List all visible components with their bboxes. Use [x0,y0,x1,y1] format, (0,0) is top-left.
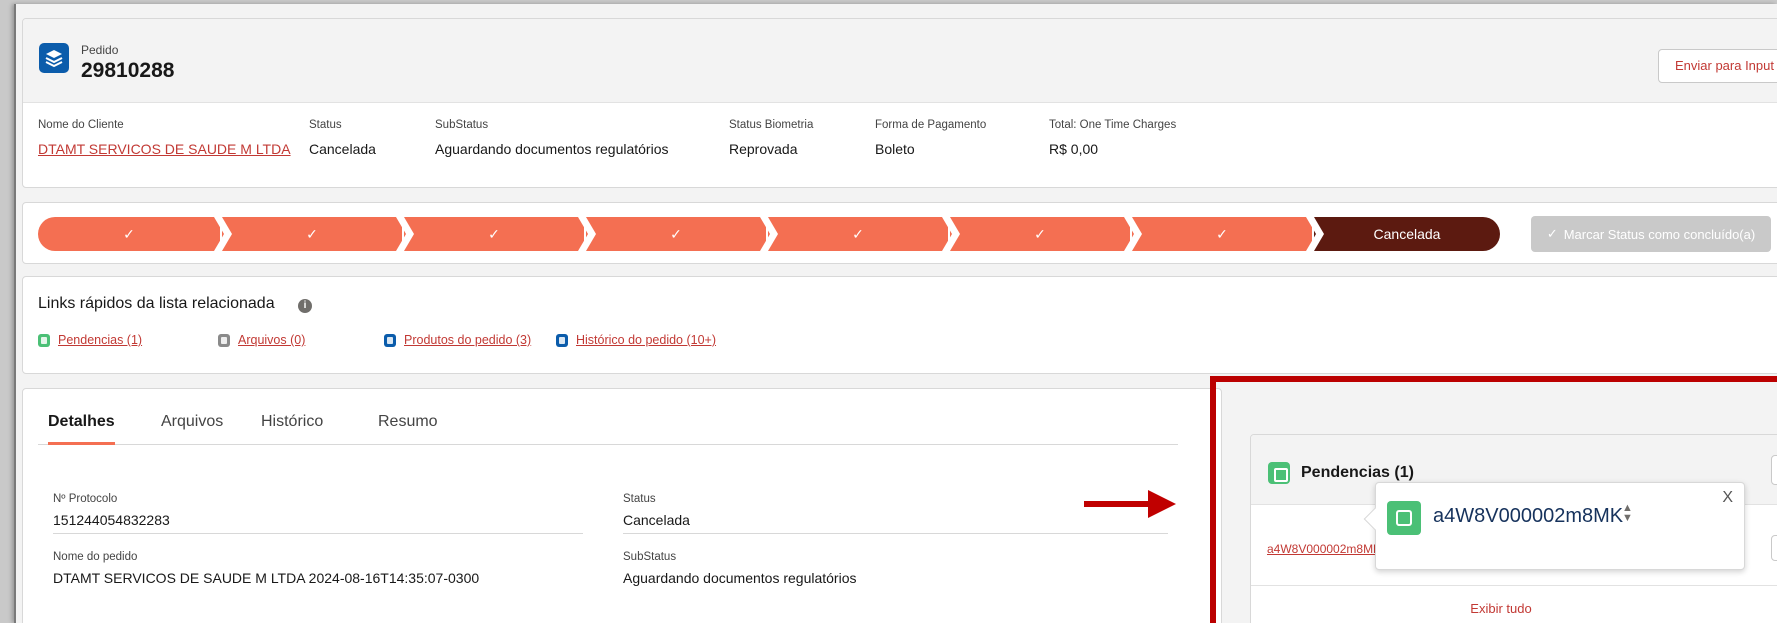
pendencias-icon [38,333,50,347]
path-separator [396,217,414,251]
products-icon [384,333,396,347]
path-step-3[interactable]: ✓ [404,217,584,251]
field-label: Status [309,119,342,131]
field-value: DTAMT SERVICOS DE SAUDE M LTDA 2024-08-1… [53,570,480,586]
field-status: Status Cancelada [309,119,376,157]
field-label: SubStatus [435,119,489,131]
check-icon: ✓ [306,225,318,242]
field-biometria: Status Biometria Reprovada [729,119,813,157]
path-separator [942,217,960,251]
send-to-input-button[interactable]: Enviar para Input [1657,49,1777,83]
quick-link-label: Arquivos (0) [238,333,306,347]
annotation-arrow-icon [1084,490,1176,518]
object-type-label: Pedido [81,43,119,57]
field-value: Aguardando documentos regulatórios [623,570,857,586]
path-separator [214,217,232,251]
mark-status-complete-button[interactable]: ✓ Marcar Status como concluído(a) [1531,216,1771,252]
pendencias-icon [1387,501,1421,535]
field-client-name: Nome do Cliente DTAMT SERVICOS DE SAUDE … [38,119,291,157]
quick-link-label: Pendencias (1) [58,333,143,347]
check-icon: ✓ [123,225,135,242]
check-icon: ✓ [488,225,500,242]
order-icon [39,43,69,73]
quick-link-historico[interactable]: Histórico do pedido (10+) [556,333,716,347]
path-separator [578,217,596,251]
field-total: Total: One Time Charges R$ 0,00 [1049,119,1176,157]
check-icon: ✓ [1216,225,1228,242]
field-value: R$ 0,00 [1049,141,1099,157]
quick-link-produtos[interactable]: Produtos do pedido (3) [384,333,531,347]
check-icon: ✓ [670,225,682,242]
field-label: Nº Protocolo [53,493,118,505]
path-step-4[interactable]: ✓ [586,217,766,251]
record-header: Pedido 29810288 Enviar para Input Nome d… [22,18,1777,188]
sort-icon: ▲ ▼ [1622,502,1633,524]
path-step-1[interactable]: ✓ [38,217,220,251]
related-quick-links: Links rápidos da lista relacionada i Pen… [22,276,1777,374]
path-step-current[interactable]: Cancelada [1314,217,1500,251]
details-tabs: Detalhes Arquivos Histórico Resumo [38,413,1178,445]
status-path: ✓ ✓ ✓ ✓ ✓ ✓ ✓ Cancelada ✓ Marcar Status … [22,202,1777,264]
field-label: Status Biometria [729,119,814,131]
path-separator [760,217,778,251]
path-steps: ✓ ✓ ✓ ✓ ✓ ✓ ✓ Cancelada [38,217,1500,251]
field-value: Aguardando documentos regulatórios [435,141,669,157]
highlight-fields: Nome do Cliente DTAMT SERVICOS DE SAUDE … [23,103,1777,187]
tab-detalhes[interactable]: Detalhes [48,413,115,445]
client-name-link[interactable]: DTAMT SERVICOS DE SAUDE M LTDA [38,141,291,157]
tab-historico[interactable]: Histórico [261,413,323,445]
field-value: Reprovada [729,141,798,157]
check-icon: ✓ [852,225,864,242]
quick-link-arquivos[interactable]: Arquivos (0) [218,333,305,347]
path-step-5[interactable]: ✓ [768,217,948,251]
file-icon [218,333,230,347]
field-substatus: SubStatus Aguardando documentos regulató… [435,119,669,157]
field-substatus-detail: SubStatus Aguardando documentos regulató… [623,551,1168,591]
path-separator [1124,217,1142,251]
record-hover-popover: a4W8V000002m8MK ▲ ▼ X [1363,482,1745,570]
quick-link-pendencias[interactable]: Pendencias (1) [38,333,142,347]
field-label: Forma de Pagamento [875,119,987,131]
field-payment: Forma de Pagamento Boleto [875,119,986,157]
field-nome-pedido: Nome do pedido DTAMT SERVICOS DE SAUDE M… [53,551,583,591]
record-title: 29810288 [81,59,175,82]
quick-links-title: Links rápidos da lista relacionada [38,295,275,312]
field-label: Nome do Cliente [38,119,124,131]
tab-arquivos[interactable]: Arquivos [161,413,223,445]
check-icon: ✓ [1034,225,1046,242]
tab-resumo[interactable]: Resumo [378,413,438,445]
quick-link-label: Produtos do pedido (3) [404,333,532,347]
current-stage-label: Cancelada [1373,226,1441,242]
field-label: Total: One Time Charges [1049,119,1177,131]
field-value: 151244054832283 [53,512,170,528]
quick-link-label: Histórico do pedido (10+) [576,333,717,347]
check-icon: ✓ [1546,226,1558,241]
field-value: Boleto [875,141,915,157]
history-icon [556,333,568,347]
path-step-2[interactable]: ✓ [222,217,402,251]
record-header-top: Pedido 29810288 Enviar para Input [23,19,1777,103]
details-card: Detalhes Arquivos Histórico Resumo Nº Pr… [22,388,1222,623]
path-step-7[interactable]: ✓ [1132,217,1312,251]
popover-title[interactable]: a4W8V000002m8MK [1433,505,1623,528]
field-value: Cancelada [309,141,376,157]
info-icon[interactable]: i [298,299,312,313]
field-label: SubStatus [623,551,677,563]
close-icon[interactable]: X [1722,489,1733,507]
path-step-6[interactable]: ✓ [950,217,1130,251]
path-separator [1306,217,1324,251]
field-label: Nome do pedido [53,551,138,563]
field-protocolo: Nº Protocolo 151244054832283 [53,493,583,534]
mark-status-label: Marcar Status como concluído(a) [1563,226,1756,242]
